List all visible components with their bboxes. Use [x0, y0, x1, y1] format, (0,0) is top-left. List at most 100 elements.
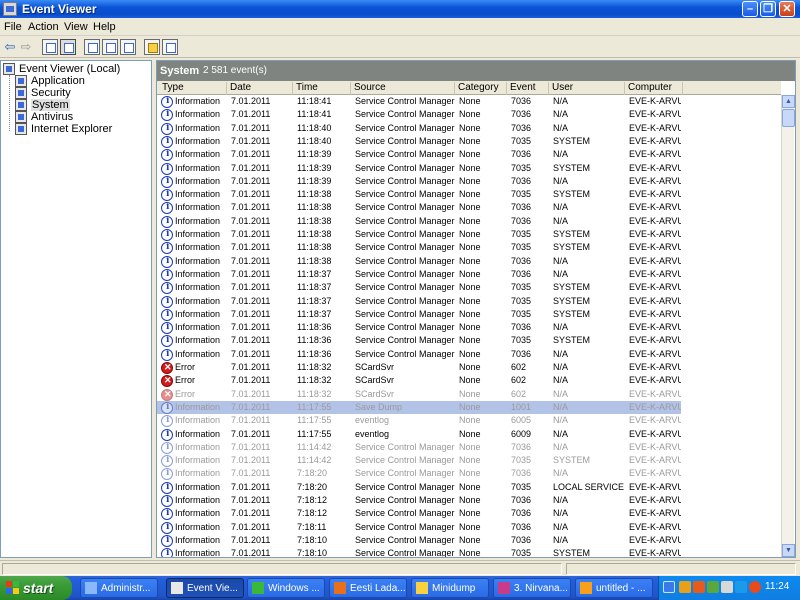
tray-app-icon[interactable]	[693, 581, 705, 593]
table-row[interactable]: Information 7.01.2011 11:18:39 Service Cont…	[157, 175, 681, 188]
cell-user: N/A	[553, 362, 569, 372]
information-icon	[161, 508, 173, 521]
close-button[interactable]: ✕	[779, 1, 795, 17]
tray-app-icon[interactable]	[679, 581, 691, 593]
table-row[interactable]: Information 7.01.2011 11:18:36 Service Cont…	[157, 334, 681, 348]
table-row[interactable]: Information 7.01.2011 7:18:20 Service Contr…	[157, 481, 681, 494]
forward-arrow-icon[interactable]: ⇨	[18, 39, 34, 55]
table-row[interactable]: Information 7.01.2011 11:17:55 eventlog None…	[157, 428, 681, 441]
cell-type: Information	[175, 109, 221, 120]
taskbar-button[interactable]: 3. Nirvana...	[493, 578, 571, 598]
column-header-category[interactable]: Category	[455, 82, 507, 95]
table-row[interactable]: Information 7.01.2011 11:14:42 Service Cont…	[157, 454, 681, 468]
menu-view[interactable]: View	[64, 21, 88, 33]
table-row[interactable]: Information 7.01.2011 7:18:12 Service Contr…	[157, 507, 681, 521]
table-row[interactable]: Information 7.01.2011 11:18:38 Service Cont…	[157, 255, 681, 268]
up-one-level-icon[interactable]	[42, 39, 58, 55]
cell-event: 7036	[511, 322, 532, 333]
table-row[interactable]: Information 7.01.2011 11:18:39 Service Cont…	[157, 148, 681, 162]
menu-action[interactable]: Action	[28, 21, 59, 33]
table-row[interactable]: Information 7.01.2011 11:18:37 Service Cont…	[157, 268, 681, 281]
cell-source: Service Control Manager	[355, 229, 455, 239]
column-header-date[interactable]: Date	[227, 82, 293, 95]
table-row[interactable]: Information 7.01.2011 11:18:40 Service Cont…	[157, 122, 681, 135]
export-list-icon[interactable]	[120, 39, 136, 55]
table-row[interactable]: Information 7.01.2011 11:17:55 eventlog None…	[157, 414, 681, 428]
scroll-thumb[interactable]	[782, 109, 795, 127]
table-row[interactable]: Error 7.01.2011 11:18:32 SCardSvr None 602 N/A…	[157, 374, 681, 388]
taskbar-button[interactable]: untitled - ...	[575, 578, 653, 598]
title-bar[interactable]: Event Viewer – ❐ ✕	[0, 0, 800, 18]
scroll-down-icon[interactable]: ▼	[782, 544, 795, 557]
table-row[interactable]: Information 7.01.2011 11:18:40 Service Cont…	[157, 135, 681, 148]
vertical-scrollbar[interactable]: ▲ ▼	[781, 95, 795, 557]
column-header-source[interactable]: Source	[351, 82, 455, 95]
cell-computer: EVE-K-ARVUTI	[629, 534, 681, 545]
column-header-time[interactable]: Time	[293, 82, 351, 95]
tray-app-icon[interactable]	[707, 581, 719, 593]
table-row[interactable]: Information 7.01.2011 7:18:20 Service Contr…	[157, 467, 681, 481]
cell-time: 11:18:41	[297, 109, 332, 120]
column-header-event[interactable]: Event	[507, 82, 549, 95]
menu-file[interactable]: File	[4, 21, 22, 33]
column-header-user[interactable]: User	[549, 82, 625, 95]
help-icon[interactable]	[144, 39, 160, 55]
chevron-left-icon[interactable]	[663, 581, 675, 593]
column-header-type[interactable]: Type	[159, 82, 227, 95]
log-icon	[15, 123, 27, 135]
table-row[interactable]: Information 7.01.2011 11:18:38 Service Cont…	[157, 241, 681, 255]
table-row[interactable]: Error 7.01.2011 11:18:32 SCardSvr None 602 N/A…	[157, 361, 681, 374]
cell-event: 7036	[511, 441, 532, 452]
table-row[interactable]: Information 7.01.2011 11:18:39 Service Cont…	[157, 162, 681, 175]
table-row[interactable]: Information 7.01.2011 11:18:41 Service Cont…	[157, 95, 681, 108]
cell-date: 7.01.2011	[231, 162, 271, 173]
cell-event: 7035	[511, 295, 532, 306]
cell-event: 7036	[511, 534, 532, 545]
maximize-button[interactable]: ❐	[760, 1, 776, 17]
start-button[interactable]: start	[0, 576, 72, 600]
table-row[interactable]: Information 7.01.2011 7:18:10 Service Contr…	[157, 534, 681, 547]
column-headers: Type Date Time Source Category Event Use…	[157, 81, 781, 95]
table-row[interactable]: Information 7.01.2011 11:18:41 Service Cont…	[157, 108, 681, 122]
cell-category: None	[459, 388, 481, 399]
information-icon	[161, 109, 173, 122]
show-hide-console-icon[interactable]	[162, 39, 178, 55]
column-header-computer[interactable]: Computer	[625, 82, 683, 95]
table-row[interactable]: Information 7.01.2011 7:18:11 Service Contr…	[157, 521, 681, 534]
back-arrow-icon[interactable]: ⇦	[2, 39, 18, 55]
taskbar-button[interactable]: Minidump	[411, 578, 489, 598]
taskbar-button[interactable]: Eesti Lada...	[329, 578, 407, 598]
network-icon[interactable]	[721, 581, 733, 593]
cell-computer: EVE-K-ARVUTI	[629, 268, 681, 279]
table-row[interactable]: Information 7.01.2011 11:18:38 Service Cont…	[157, 201, 681, 215]
refresh-icon[interactable]	[102, 39, 118, 55]
table-row[interactable]: Information 7.01.2011 11:18:36 Service Cont…	[157, 348, 681, 361]
table-row[interactable]: Information 7.01.2011 7:18:12 Service Contr…	[157, 494, 681, 507]
cell-computer: EVE-K-ARVUTI	[629, 229, 681, 239]
table-row[interactable]: Information 7.01.2011 11:18:38 Service Cont…	[157, 188, 681, 202]
cell-event: 7036	[511, 122, 532, 133]
scroll-up-icon[interactable]: ▲	[782, 95, 795, 108]
table-row[interactable]: Information 7.01.2011 11:17:55 Save Dump Non…	[157, 400, 681, 415]
taskbar-button[interactable]: Administr...	[80, 578, 158, 598]
table-row[interactable]: Information 7.01.2011 11:18:36 Service Cont…	[157, 321, 681, 335]
firefox-icon[interactable]	[749, 581, 761, 593]
table-row[interactable]: Information 7.01.2011 11:18:37 Service Cont…	[157, 295, 681, 308]
table-row[interactable]: Information 7.01.2011 11:18:37 Service Cont…	[157, 281, 681, 295]
menu-help[interactable]: Help	[93, 21, 116, 33]
taskbar-button[interactable]: Windows ...	[247, 578, 325, 598]
cell-category: None	[459, 548, 481, 557]
taskbar-button[interactable]: Event Vie...	[166, 578, 244, 598]
show-hide-tree-icon[interactable]	[60, 39, 76, 55]
tray-app-icon[interactable]	[735, 581, 747, 593]
table-row[interactable]: Information 7.01.2011 11:18:38 Service Cont…	[157, 215, 681, 228]
table-row[interactable]: Error 7.01.2011 11:18:32 SCardSvr None 602 N/A…	[157, 388, 681, 401]
minimize-button[interactable]: –	[742, 1, 758, 17]
cell-user: N/A	[553, 468, 569, 479]
table-row[interactable]: Information 7.01.2011 11:18:38 Service Cont…	[157, 228, 681, 241]
music-icon	[498, 582, 510, 594]
table-row[interactable]: Information 7.01.2011 11:18:37 Service Cont…	[157, 308, 681, 321]
properties-icon[interactable]	[84, 39, 100, 55]
table-row[interactable]: Information 7.01.2011 11:14:42 Service Cont…	[157, 441, 681, 454]
table-row[interactable]: Information 7.01.2011 7:18:10 Service Contr…	[157, 547, 681, 557]
